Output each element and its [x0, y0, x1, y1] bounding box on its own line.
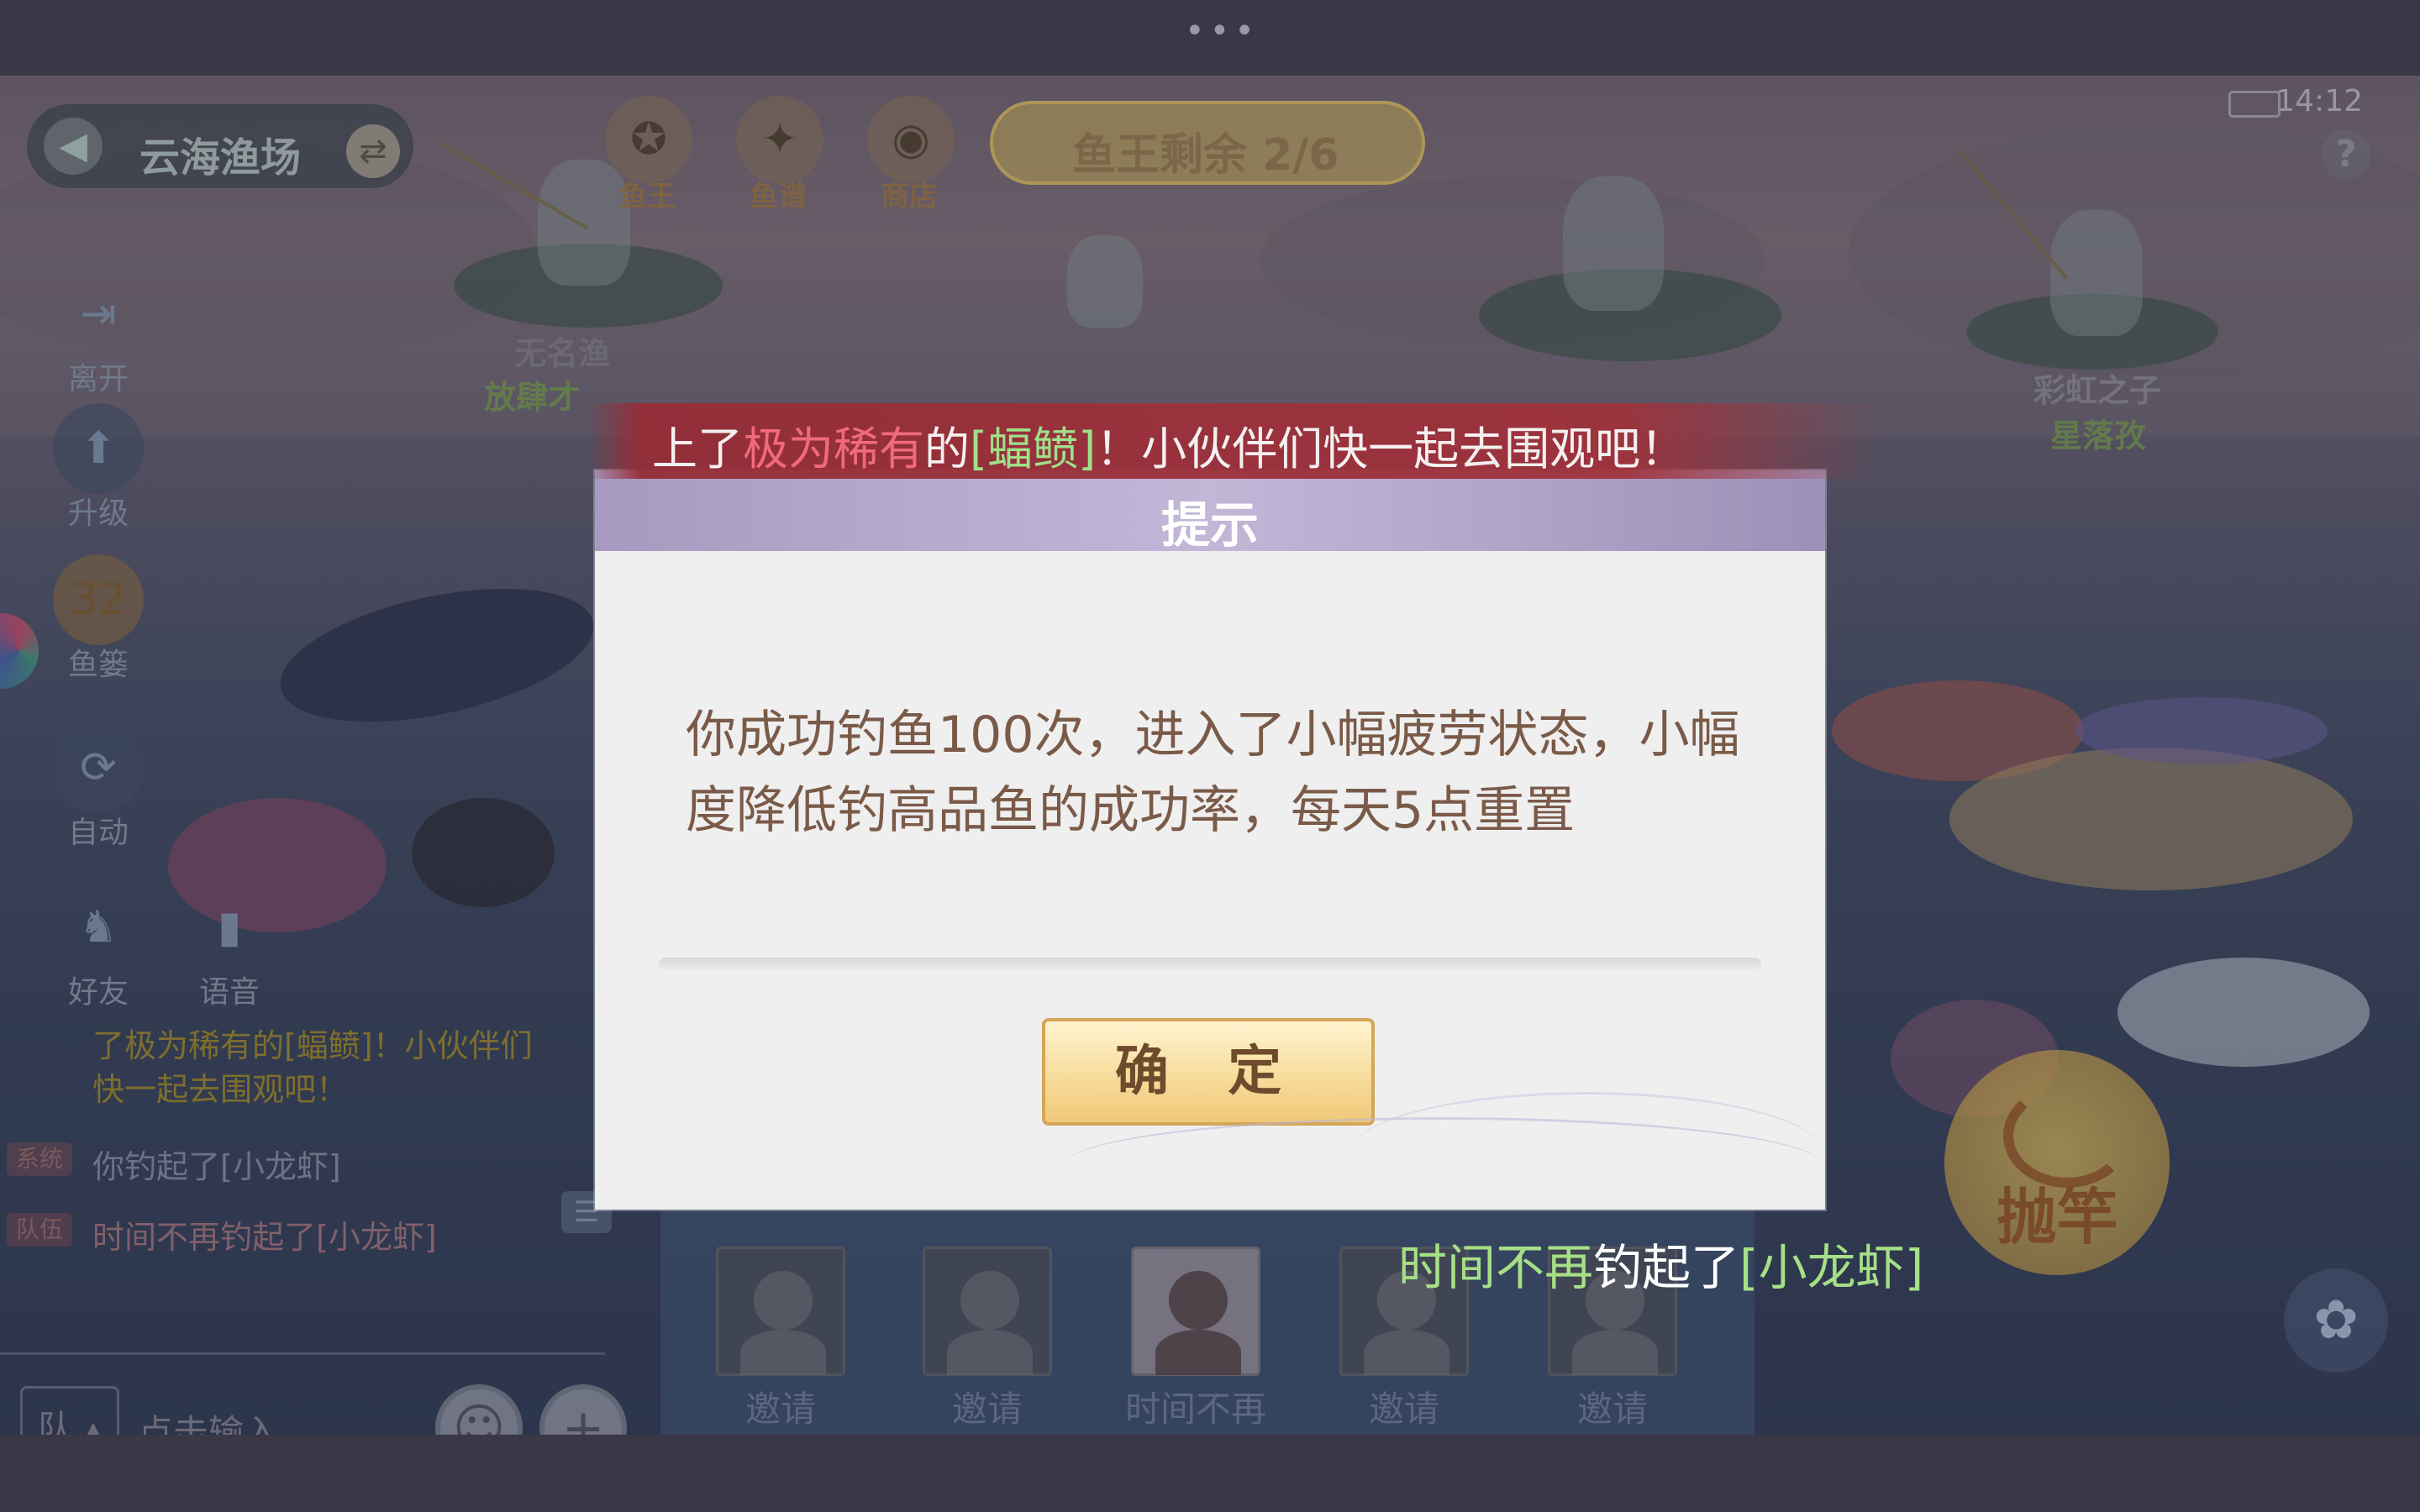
avatar-placeholder-icon — [754, 1271, 813, 1330]
chat-panel: 了极为稀有的[蝠鲼]！小伙伴们 快一起去围观吧！ 系统 你钓起了[小龙虾] 队伍… — [0, 1015, 622, 1384]
fish-king-icon[interactable]: ✪ — [605, 96, 692, 183]
upgrade-icon: ⬆ — [53, 403, 144, 494]
member-avatar-body — [1155, 1330, 1241, 1375]
battery-icon — [2228, 91, 2281, 118]
switch-location-icon[interactable]: ⇄ — [346, 124, 400, 178]
member-avatar — [1169, 1271, 1228, 1330]
catch-item: [小龙虾] — [1739, 1239, 1924, 1296]
fish-book-label: 鱼谱 — [750, 180, 807, 213]
shop-label: 商店 — [881, 180, 938, 213]
fish-book-icon[interactable]: ✦ — [736, 96, 823, 183]
auto-icon: ⟳ — [53, 722, 144, 813]
fish-logo-icon: ◀ — [44, 118, 103, 175]
rare-catch-banner: 上了极为稀有的[蝠鲼]！小伙伴们快一起去围观吧！ — [588, 403, 1882, 479]
friend-label: 好友 — [67, 975, 129, 1010]
team-slot[interactable] — [923, 1247, 1052, 1376]
voice-button[interactable]: ▮ 语音 — [183, 882, 276, 1011]
window-bottom-bar — [0, 1435, 2420, 1512]
team-tag: 队伍 — [7, 1213, 72, 1247]
clock: 14:12 — [2275, 84, 2363, 118]
system-tag: 系统 — [7, 1142, 72, 1176]
flower-icon[interactable]: ✿ — [2284, 1268, 2388, 1373]
fish-king-counter: 鱼王剩余 2/6 — [990, 101, 1425, 185]
fisher-title: 放肆才 — [484, 379, 581, 416]
avatar-placeholder-body — [1572, 1330, 1658, 1375]
dialog-divider — [659, 958, 1761, 971]
fish-king-counter-text: 鱼王剩余 2/6 — [1072, 130, 1339, 181]
banner-part: 的 — [924, 423, 970, 475]
chat-message: 了极为稀有的[蝠鲼]！小伙伴们 — [92, 1027, 533, 1064]
dialog-message: 你成功钓鱼100次，进入了小幅疲劳状态，小幅度降低钓高品鱼的成功率，每天5点重置 — [686, 706, 1740, 840]
window-handle-dots[interactable]: ••• — [1185, 12, 1260, 50]
help-button[interactable]: ? — [2321, 129, 2371, 180]
dialog-header: 提示 — [595, 470, 1825, 554]
game-scene: ◀ 云海渔场 ⇄ ✪ 鱼王 ✦ 鱼谱 ◉ 商店 鱼王剩余 2/6 14:12 ?… — [0, 76, 2420, 1435]
tip-dialog: 提示 你成功钓鱼100次，进入了小幅疲劳状态，小幅度降低钓高品鱼的成功率，每天5… — [595, 470, 1825, 1210]
window-top-bar: ••• — [0, 0, 2420, 76]
dialog-title: 提示 — [1160, 496, 1259, 554]
member-name: 时间不再 — [1124, 1389, 1266, 1430]
chat-message: 你钓起了[小龙虾] — [92, 1148, 341, 1185]
auto-button[interactable]: ⟳ 自动 — [52, 722, 145, 852]
fisher-name: 彩虹之子 — [2033, 372, 2162, 409]
fish-basket-label: 鱼篓 — [67, 648, 129, 682]
fish-basket-button[interactable]: 32 鱼篓 — [52, 554, 145, 684]
catch-player: 时间不再 — [1398, 1239, 1594, 1296]
exit-button[interactable]: ⇥ 离开 — [52, 269, 145, 398]
team-slot-member[interactable] — [1131, 1247, 1260, 1376]
voice-label: 语音 — [198, 975, 260, 1010]
banner-text: 上了极为稀有的[蝠鲼]！小伙伴们快一起去围观吧！ — [652, 412, 1686, 478]
channel-label: 队 — [38, 1408, 74, 1435]
dialog-decoration — [1351, 1092, 1822, 1212]
channel-selector[interactable]: 队 ▴ — [20, 1386, 119, 1435]
banner-rare: 极为稀有 — [743, 423, 924, 475]
fish-king-label: 鱼王 — [618, 180, 676, 213]
chat-divider — [0, 1352, 605, 1355]
voice-icon: ▮ — [217, 902, 242, 953]
cast-button[interactable]: 抛竿 — [1944, 1050, 2170, 1275]
exit-label: 离开 — [67, 362, 129, 396]
avatar-placeholder-icon — [960, 1271, 1019, 1330]
confirm-button[interactable]: 确 定 — [1042, 1018, 1375, 1126]
invite-label[interactable]: 邀请 — [1339, 1381, 1469, 1432]
catch-action: 钓起了 — [1593, 1239, 1740, 1296]
fish-basket-icon: 32 — [53, 554, 144, 645]
banner-fish: [蝠鲼] — [970, 423, 1097, 475]
auto-label: 自动 — [67, 816, 129, 850]
banner-part: 上了 — [652, 423, 743, 475]
invite-label[interactable]: 邀请 — [716, 1381, 845, 1432]
location-pill: ◀ 云海渔场 ⇄ — [27, 104, 413, 188]
location-name: 云海渔场 — [139, 134, 302, 181]
avatar-placeholder-body — [740, 1330, 826, 1375]
shop-icon[interactable]: ◉ — [867, 96, 955, 183]
chat-message: 时间不再钓起了[小龙虾] — [92, 1219, 437, 1256]
avatar-placeholder-body — [947, 1330, 1033, 1375]
chat-input[interactable]: 点击输入 — [138, 1404, 279, 1435]
exit-icon: ⇥ — [80, 289, 117, 339]
invite-label[interactable]: 邀请 — [923, 1381, 1052, 1432]
banner-part: ！小伙伴们快一起去围观吧！ — [1096, 423, 1686, 475]
fisher-title: 星落孜 — [2050, 417, 2147, 454]
upgrade-label: 升级 — [67, 496, 129, 531]
friend-button[interactable]: ♞ 好友 — [52, 882, 145, 1011]
avatar-placeholder-body — [1364, 1330, 1449, 1375]
team-slot[interactable] — [716, 1247, 845, 1376]
catch-notice: 时间不再钓起了[小龙虾] — [1398, 1228, 1923, 1299]
friend-icon: ♞ — [78, 902, 118, 953]
cast-label: 抛竿 — [1996, 1182, 2118, 1252]
chat-message: 快一起去围观吧！ — [92, 1071, 349, 1108]
upgrade-button[interactable]: ⬆ 升级 — [52, 403, 145, 533]
invite-label[interactable]: 邀请 — [1548, 1381, 1677, 1432]
fisher-name: 无名渔 — [514, 335, 611, 372]
